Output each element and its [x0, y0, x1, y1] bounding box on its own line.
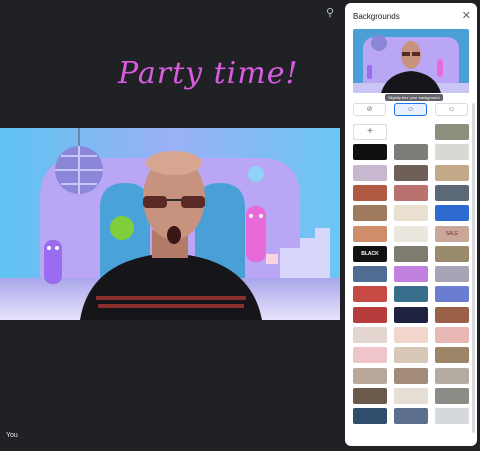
background-tile[interactable]: [435, 387, 469, 404]
background-tile[interactable]: [353, 327, 387, 343]
background-tile[interactable]: [394, 144, 428, 161]
background-tile[interactable]: [394, 286, 428, 303]
background-tile[interactable]: [435, 245, 469, 262]
slight-blur-button[interactable]: ☺: [394, 103, 427, 116]
participant-name: You: [6, 432, 18, 439]
background-tile[interactable]: [394, 184, 428, 201]
background-tile[interactable]: [435, 164, 469, 181]
party-background-image: [0, 128, 340, 320]
background-tile[interactable]: [394, 164, 428, 181]
background-tile[interactable]: BLACK FRIDAY: [353, 245, 387, 273]
background-tile[interactable]: [353, 266, 387, 283]
self-video-tile: [0, 128, 340, 320]
background-tile[interactable]: [394, 124, 428, 140]
background-tile[interactable]: [435, 144, 469, 161]
panel-title: Backgrounds: [353, 12, 400, 21]
background-tile[interactable]: [394, 306, 428, 323]
slight-blur-icon: ☺: [406, 106, 415, 113]
background-tile[interactable]: [353, 306, 387, 323]
background-tile[interactable]: [353, 367, 387, 384]
no-effect-icon: ⊘: [366, 106, 373, 113]
pin-icon[interactable]: ⚲: [326, 6, 334, 19]
background-tile[interactable]: [394, 225, 428, 242]
background-tile[interactable]: [353, 225, 387, 242]
blur-icon: ☺: [447, 106, 456, 113]
background-tile[interactable]: [353, 184, 387, 201]
add-icon: +: [367, 126, 373, 137]
background-tile[interactable]: [435, 327, 469, 343]
backgrounds-panel: Backgrounds ✕ Slightly blur your backgro…: [345, 3, 477, 446]
background-tile[interactable]: [435, 347, 469, 364]
close-icon[interactable]: ✕: [462, 9, 471, 22]
background-tile[interactable]: [435, 266, 469, 283]
blur-tooltip: Slightly blur your background: [385, 94, 443, 101]
background-banner-text: Party time!: [118, 56, 299, 91]
add-background-button[interactable]: +: [353, 124, 387, 140]
blur-button[interactable]: ☺: [435, 103, 468, 116]
background-tile[interactable]: [394, 327, 428, 343]
background-tile[interactable]: SALE: [435, 225, 469, 242]
background-tile[interactable]: [435, 124, 469, 140]
no-effect-button[interactable]: ⊘: [353, 103, 386, 116]
background-tile[interactable]: [435, 184, 469, 201]
background-tile[interactable]: [353, 387, 387, 404]
background-tile[interactable]: [394, 266, 428, 283]
background-tile[interactable]: [394, 387, 428, 404]
background-tile[interactable]: [353, 347, 387, 364]
background-tile[interactable]: [394, 408, 428, 425]
scrollbar[interactable]: [472, 103, 475, 433]
background-tile[interactable]: [353, 408, 387, 425]
background-tile[interactable]: [353, 164, 387, 181]
background-tile[interactable]: [435, 408, 469, 425]
background-tile[interactable]: [353, 144, 387, 161]
background-tile[interactable]: [435, 306, 469, 323]
background-tile[interactable]: [435, 205, 469, 222]
background-tile[interactable]: [394, 205, 428, 222]
background-tile[interactable]: [353, 286, 387, 303]
background-tile[interactable]: [435, 367, 469, 384]
background-tile[interactable]: [435, 286, 469, 303]
self-preview: [353, 29, 469, 93]
background-tile[interactable]: [353, 205, 387, 222]
background-tile[interactable]: [394, 367, 428, 384]
background-tile[interactable]: [394, 245, 428, 262]
background-tile[interactable]: [394, 347, 428, 364]
